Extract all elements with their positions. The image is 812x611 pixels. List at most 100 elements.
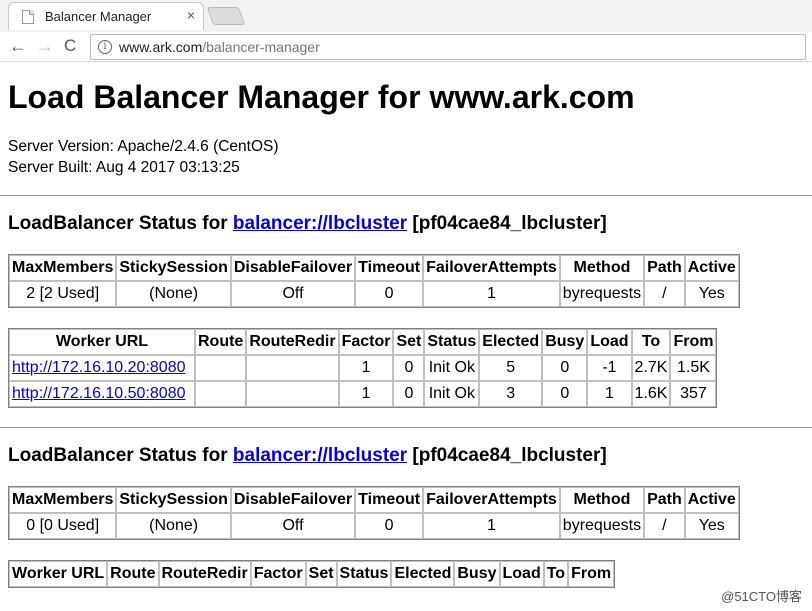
close-icon[interactable]: × [187,7,195,23]
table-cell: / [644,281,685,307]
table-cell: 1 [423,281,560,307]
column-header: Timeout [355,255,424,281]
column-header: Set [305,561,337,587]
column-header: Load [499,561,544,587]
browser-tab[interactable]: Balancer Manager × [8,2,204,30]
new-tab-button[interactable] [206,7,246,25]
worker-table: Worker URL Route RouteRedir Factor Set Status… [8,560,616,588]
table-cell: Off [230,513,356,539]
column-header: DisableFailover [230,487,356,513]
worker-url-link[interactable]: http://172.16.10.20:8080 [12,359,185,376]
table-header-row: Worker URL Route RouteRedir Factor Set Status… [9,329,717,355]
table-cell: 0 [355,281,424,307]
server-version: Server Version: Apache/2.4.6 (CentOS) [8,138,279,155]
tab-title: Balancer Manager [45,9,152,24]
table-cell: 357 [670,381,717,407]
column-header: Method [559,487,645,513]
column-header: Elected [479,329,543,355]
table-cell: 2.7K [631,355,671,381]
table-cell [195,381,247,407]
table-cell: 0 [0 Used] [9,513,117,539]
column-header: Worker URL [9,329,195,355]
server-built: Server Built: Aug 4 2017 03:13:25 [8,159,240,176]
table-cell: 0 [542,355,588,381]
column-header: Load [587,329,632,355]
balancer-heading-prefix: LoadBalancer Status for [8,213,233,234]
page-title: Load Balancer Manager for www.ark.com [8,79,635,115]
balancer-link[interactable]: balancer://lbcluster [233,213,407,234]
table-cell: byrequests [559,513,645,539]
column-header: Worker URL [9,561,108,587]
back-arrow-icon[interactable]: ← [9,35,27,57]
column-header: RouteRedir [158,561,251,587]
watermark: @51CTO博客 [721,589,802,604]
server-info: Server Version: Apache/2.4.6 (CentOS) Se… [8,136,812,178]
column-header: Active [684,487,739,513]
url-path: /balancer-manager [202,39,320,55]
url-text[interactable]: www.ark.com/balancer-manager [119,39,320,55]
column-header: Busy [454,561,500,587]
column-header: FailoverAttempts [423,487,560,513]
column-header: DisableFailover [230,255,356,281]
balancer-sections: LoadBalancer Status for balancer://lbclu… [0,195,812,588]
column-header: Active [684,255,739,281]
column-header: Route [107,561,159,587]
column-header: RouteRedir [246,329,339,355]
table-cell [246,355,339,381]
column-header: From [568,561,615,587]
column-header: To [631,329,671,355]
info-icon[interactable]: i [98,40,112,54]
table-cell: Yes [684,513,739,539]
column-header: Factor [250,561,306,587]
table-row: 0 [0 Used] (None) Off 0 1 byrequests / Yes [9,513,739,539]
balancer-settings-table: MaxMembers StickySession DisableFailover Ti… [8,254,740,308]
column-header: FailoverAttempts [423,255,560,281]
url-host: www.ark.com [119,39,203,55]
table-header-row: MaxMembers StickySession DisableFailover Ti… [9,487,739,513]
table-cell: 3 [479,381,543,407]
balancer-section: LoadBalancer Status for balancer://lbclu… [0,195,812,408]
page-content: Load Balancer Manager for www.ark.com Se… [0,62,812,588]
column-header: StickySession [116,487,231,513]
table-cell: Yes [684,281,739,307]
forward-arrow-icon[interactable]: → [36,35,54,57]
table-row: 2 [2 Used] (None) Off 0 1 byrequests / Yes [9,281,739,307]
balancer-heading-prefix: LoadBalancer Status for [8,445,233,466]
table-cell: 5 [479,355,543,381]
browser-toolbar: ← → C i www.ark.com/balancer-manager [0,32,812,62]
reload-icon[interactable]: C [64,35,76,57]
tab-bar: Balancer Manager × [0,0,812,32]
balancer-heading: LoadBalancer Status for balancer://lbclu… [8,444,812,468]
address-bar[interactable]: i www.ark.com/balancer-manager [90,34,806,60]
balancer-link[interactable]: balancer://lbcluster [233,445,407,466]
table-cell: 1 [338,355,394,381]
table-cell: (None) [116,513,231,539]
balancer-id: [pf04cae84_lbcluster] [407,213,607,234]
table-cell: / [644,513,685,539]
column-header: Status [336,561,392,587]
section-divider [0,427,812,428]
column-header: Set [393,329,425,355]
table-cell: 1.5K [670,355,717,381]
column-header: Busy [542,329,588,355]
table-cell: 1 [587,381,632,407]
column-header: Path [644,255,685,281]
table-cell: Init Ok [424,381,480,407]
worker-url-link[interactable]: http://172.16.10.50:8080 [12,385,185,402]
table-cell: 2 [2 Used] [9,281,117,307]
table-cell: 0 [393,355,425,381]
column-header: MaxMembers [9,255,117,281]
table-cell: 0 [542,381,588,407]
table-cell: byrequests [559,281,645,307]
table-cell: Init Ok [424,355,480,381]
column-header: StickySession [116,255,231,281]
table-cell: 0 [355,513,424,539]
column-header: From [670,329,717,355]
table-cell: 1.6K [631,381,671,407]
column-header: MaxMembers [9,487,117,513]
column-header: Route [195,329,247,355]
table-cell: Off [230,281,356,307]
balancer-heading: LoadBalancer Status for balancer://lbclu… [8,212,812,236]
worker-table: Worker URL Route RouteRedir Factor Set Status… [8,328,718,408]
balancer-settings-table: MaxMembers StickySession DisableFailover Ti… [8,486,740,540]
